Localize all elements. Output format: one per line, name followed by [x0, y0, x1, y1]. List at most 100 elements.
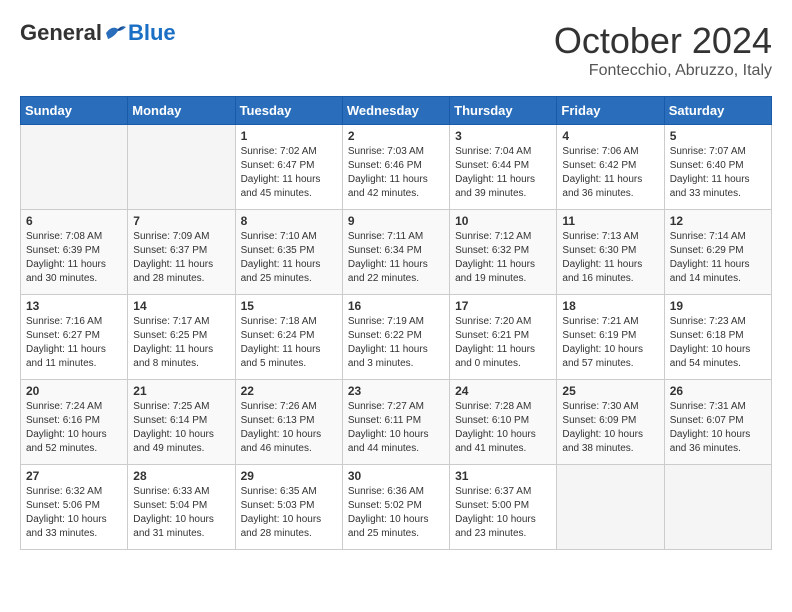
- day-number: 11: [562, 214, 658, 228]
- day-info: Sunrise: 7:04 AM Sunset: 6:44 PM Dayligh…: [455, 145, 551, 201]
- title-section: October 2024 Fontecchio, Abruzzo, Italy: [554, 20, 772, 80]
- calendar-week-row: 1 Sunrise: 7:02 AM Sunset: 6:47 PM Daylig…: [21, 125, 772, 210]
- day-number: 22: [241, 384, 337, 398]
- day-info: Sunrise: 7:08 AM Sunset: 6:39 PM Dayligh…: [26, 230, 122, 286]
- day-number: 16: [348, 299, 444, 313]
- calendar-cell: 16 Sunrise: 7:19 AM Sunset: 6:22 PM Dayli…: [342, 295, 449, 380]
- day-info: Sunrise: 6:35 AM Sunset: 5:03 PM Dayligh…: [241, 485, 337, 541]
- day-number: 9: [348, 214, 444, 228]
- calendar-cell: 31 Sunrise: 6:37 AM Sunset: 5:00 PM Dayli…: [450, 465, 557, 550]
- day-number: 23: [348, 384, 444, 398]
- calendar-cell: [21, 125, 128, 210]
- calendar-cell: 27 Sunrise: 6:32 AM Sunset: 5:06 PM Dayli…: [21, 465, 128, 550]
- calendar-cell: 3 Sunrise: 7:04 AM Sunset: 6:44 PM Daylig…: [450, 125, 557, 210]
- calendar-week-row: 13 Sunrise: 7:16 AM Sunset: 6:27 PM Dayli…: [21, 295, 772, 380]
- day-number: 24: [455, 384, 551, 398]
- day-info: Sunrise: 7:25 AM Sunset: 6:14 PM Dayligh…: [133, 400, 229, 456]
- day-info: Sunrise: 7:20 AM Sunset: 6:21 PM Dayligh…: [455, 315, 551, 371]
- day-info: Sunrise: 7:17 AM Sunset: 6:25 PM Dayligh…: [133, 315, 229, 371]
- day-info: Sunrise: 7:12 AM Sunset: 6:32 PM Dayligh…: [455, 230, 551, 286]
- day-info: Sunrise: 7:14 AM Sunset: 6:29 PM Dayligh…: [670, 230, 766, 286]
- day-info: Sunrise: 6:37 AM Sunset: 5:00 PM Dayligh…: [455, 485, 551, 541]
- day-info: Sunrise: 7:03 AM Sunset: 6:46 PM Dayligh…: [348, 145, 444, 201]
- day-info: Sunrise: 6:32 AM Sunset: 5:06 PM Dayligh…: [26, 485, 122, 541]
- calendar-cell: 1 Sunrise: 7:02 AM Sunset: 6:47 PM Daylig…: [235, 125, 342, 210]
- day-number: 15: [241, 299, 337, 313]
- day-info: Sunrise: 7:11 AM Sunset: 6:34 PM Dayligh…: [348, 230, 444, 286]
- day-number: 2: [348, 129, 444, 143]
- weekday-header: Friday: [557, 97, 664, 125]
- calendar-cell: 28 Sunrise: 6:33 AM Sunset: 5:04 PM Dayli…: [128, 465, 235, 550]
- calendar-cell: 20 Sunrise: 7:24 AM Sunset: 6:16 PM Dayli…: [21, 380, 128, 465]
- day-info: Sunrise: 7:13 AM Sunset: 6:30 PM Dayligh…: [562, 230, 658, 286]
- day-number: 27: [26, 469, 122, 483]
- day-number: 31: [455, 469, 551, 483]
- calendar-cell: [128, 125, 235, 210]
- calendar-cell: 19 Sunrise: 7:23 AM Sunset: 6:18 PM Dayli…: [664, 295, 771, 380]
- calendar-cell: 26 Sunrise: 7:31 AM Sunset: 6:07 PM Dayli…: [664, 380, 771, 465]
- day-info: Sunrise: 7:26 AM Sunset: 6:13 PM Dayligh…: [241, 400, 337, 456]
- day-info: Sunrise: 7:10 AM Sunset: 6:35 PM Dayligh…: [241, 230, 337, 286]
- calendar-cell: 21 Sunrise: 7:25 AM Sunset: 6:14 PM Dayli…: [128, 380, 235, 465]
- calendar-cell: [664, 465, 771, 550]
- calendar-cell: 18 Sunrise: 7:21 AM Sunset: 6:19 PM Dayli…: [557, 295, 664, 380]
- calendar-week-row: 20 Sunrise: 7:24 AM Sunset: 6:16 PM Dayli…: [21, 380, 772, 465]
- day-info: Sunrise: 7:16 AM Sunset: 6:27 PM Dayligh…: [26, 315, 122, 371]
- day-number: 10: [455, 214, 551, 228]
- calendar-cell: 24 Sunrise: 7:28 AM Sunset: 6:10 PM Dayli…: [450, 380, 557, 465]
- day-info: Sunrise: 7:30 AM Sunset: 6:09 PM Dayligh…: [562, 400, 658, 456]
- day-info: Sunrise: 7:21 AM Sunset: 6:19 PM Dayligh…: [562, 315, 658, 371]
- weekday-header: Monday: [128, 97, 235, 125]
- calendar-cell: 5 Sunrise: 7:07 AM Sunset: 6:40 PM Daylig…: [664, 125, 771, 210]
- day-number: 5: [670, 129, 766, 143]
- day-info: Sunrise: 7:28 AM Sunset: 6:10 PM Dayligh…: [455, 400, 551, 456]
- weekday-header: Sunday: [21, 97, 128, 125]
- day-info: Sunrise: 6:33 AM Sunset: 5:04 PM Dayligh…: [133, 485, 229, 541]
- logo-blue-text: Blue: [128, 20, 176, 46]
- day-info: Sunrise: 7:07 AM Sunset: 6:40 PM Dayligh…: [670, 145, 766, 201]
- day-number: 1: [241, 129, 337, 143]
- weekday-header: Thursday: [450, 97, 557, 125]
- day-info: Sunrise: 7:23 AM Sunset: 6:18 PM Dayligh…: [670, 315, 766, 371]
- calendar-cell: [557, 465, 664, 550]
- weekday-header: Saturday: [664, 97, 771, 125]
- day-number: 4: [562, 129, 658, 143]
- day-number: 8: [241, 214, 337, 228]
- calendar-cell: 11 Sunrise: 7:13 AM Sunset: 6:30 PM Dayli…: [557, 210, 664, 295]
- day-number: 3: [455, 129, 551, 143]
- logo-general-text: General: [20, 20, 102, 46]
- day-info: Sunrise: 7:02 AM Sunset: 6:47 PM Dayligh…: [241, 145, 337, 201]
- day-number: 21: [133, 384, 229, 398]
- calendar-table: SundayMondayTuesdayWednesdayThursdayFrid…: [20, 96, 772, 550]
- calendar-week-row: 6Sunrise: 7:08 AM Sunset: 6:39 PM Daylig…: [21, 210, 772, 295]
- day-info: Sunrise: 7:18 AM Sunset: 6:24 PM Dayligh…: [241, 315, 337, 371]
- calendar-cell: 13 Sunrise: 7:16 AM Sunset: 6:27 PM Dayli…: [21, 295, 128, 380]
- day-info: Sunrise: 7:27 AM Sunset: 6:11 PM Dayligh…: [348, 400, 444, 456]
- calendar-cell: 8 Sunrise: 7:10 AM Sunset: 6:35 PM Daylig…: [235, 210, 342, 295]
- day-number: 30: [348, 469, 444, 483]
- calendar-cell: 6Sunrise: 7:08 AM Sunset: 6:39 PM Daylig…: [21, 210, 128, 295]
- day-number: 18: [562, 299, 658, 313]
- day-info: Sunrise: 7:19 AM Sunset: 6:22 PM Dayligh…: [348, 315, 444, 371]
- calendar-cell: 4Sunrise: 7:06 AM Sunset: 6:42 PM Daylig…: [557, 125, 664, 210]
- page-header: General Blue October 2024 Fontecchio, Ab…: [20, 20, 772, 80]
- day-number: 28: [133, 469, 229, 483]
- day-number: 17: [455, 299, 551, 313]
- calendar-cell: 12 Sunrise: 7:14 AM Sunset: 6:29 PM Dayli…: [664, 210, 771, 295]
- calendar-week-row: 27 Sunrise: 6:32 AM Sunset: 5:06 PM Dayli…: [21, 465, 772, 550]
- day-number: 12: [670, 214, 766, 228]
- day-number: 13: [26, 299, 122, 313]
- day-number: 7: [133, 214, 229, 228]
- calendar-cell: 22 Sunrise: 7:26 AM Sunset: 6:13 PM Dayli…: [235, 380, 342, 465]
- day-info: Sunrise: 7:24 AM Sunset: 6:16 PM Dayligh…: [26, 400, 122, 456]
- calendar-cell: 29Sunrise: 6:35 AM Sunset: 5:03 PM Dayli…: [235, 465, 342, 550]
- day-number: 20: [26, 384, 122, 398]
- day-number: 26: [670, 384, 766, 398]
- day-number: 19: [670, 299, 766, 313]
- calendar-cell: 30Sunrise: 6:36 AM Sunset: 5:02 PM Dayli…: [342, 465, 449, 550]
- calendar-cell: 2 Sunrise: 7:03 AM Sunset: 6:46 PM Daylig…: [342, 125, 449, 210]
- calendar-cell: 23 Sunrise: 7:27 AM Sunset: 6:11 PM Dayli…: [342, 380, 449, 465]
- weekday-header: Wednesday: [342, 97, 449, 125]
- weekday-header: Tuesday: [235, 97, 342, 125]
- day-info: Sunrise: 7:31 AM Sunset: 6:07 PM Dayligh…: [670, 400, 766, 456]
